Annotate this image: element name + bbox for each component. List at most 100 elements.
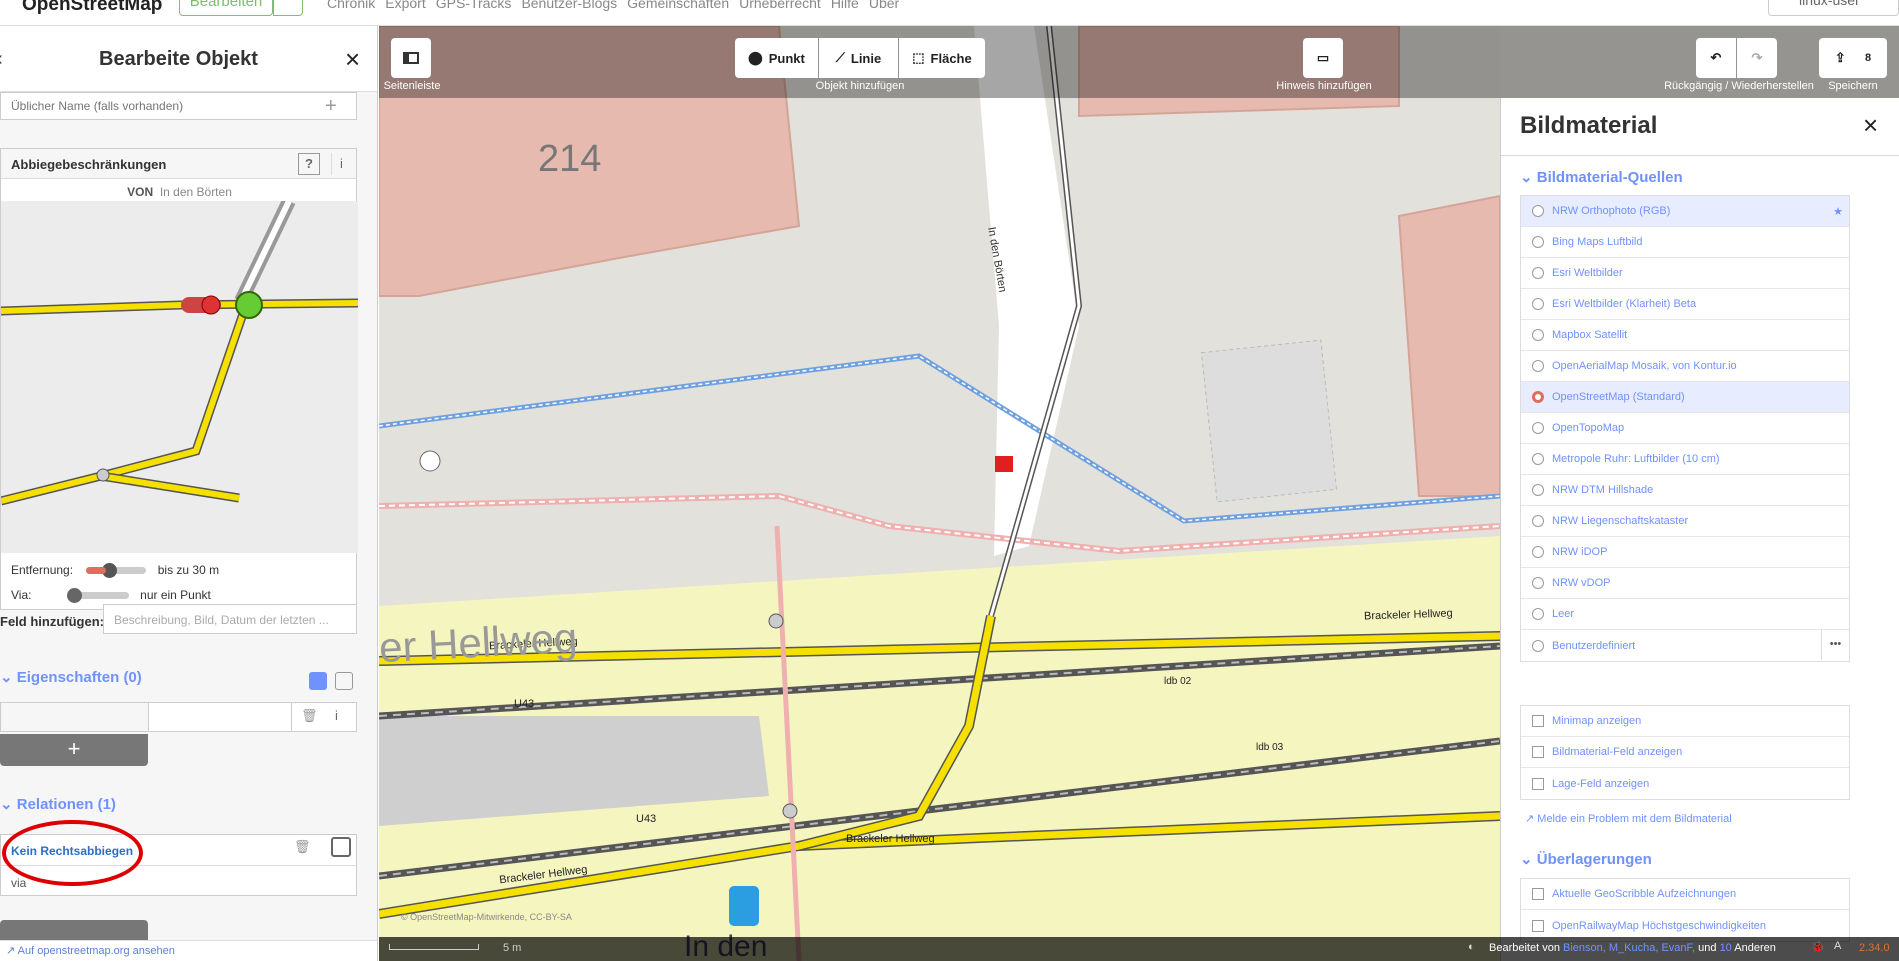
checkbox[interactable] [1532,715,1544,727]
tag-info-icon[interactable]: i [335,708,338,723]
help-icon[interactable]: ? [298,153,320,175]
text-view-icon[interactable] [335,672,353,690]
radio-button[interactable] [1532,329,1544,341]
editors-links[interactable]: Bienson, M_Kucha, EvanF, [1563,942,1695,954]
edit-button[interactable]: Bearbeiten [179,0,273,16]
radio-button[interactable] [1532,360,1544,372]
turn-restrictions-map[interactable] [0,197,359,553]
radio-button[interactable] [1532,298,1544,310]
distance-slider[interactable] [86,563,147,579]
radio-button-selected[interactable] [1532,391,1544,403]
radio-button[interactable] [1532,484,1544,496]
imagery-source-mapbox[interactable]: Mapbox Satellit [1521,320,1849,351]
nav-about[interactable]: Über [869,0,899,11]
bug-report-icon[interactable]: 🐞 [1811,940,1825,953]
tags-section-toggle[interactable]: ⌄ Eigenschaften (0) [0,668,142,686]
radio-button[interactable] [1532,515,1544,527]
relation-role-input[interactable]: via [11,876,26,890]
imagery-source-nrw-vdop[interactable]: NRW vDOP [1521,568,1849,599]
undo-button[interactable]: ↶ [1696,38,1736,78]
tag-value-input[interactable] [149,703,292,731]
checkbox[interactable] [1532,888,1544,900]
and-label: und [1698,942,1717,954]
imagery-source-nrw-hillshade[interactable]: NRW DTM Hillshade [1521,475,1849,506]
option-location-field[interactable]: Lage-Feld anzeigen [1521,768,1849,799]
more-options-icon[interactable]: ••• [1821,630,1849,660]
nav-gps-traces[interactable]: GPS-Tracks [436,0,512,11]
imagery-source-esri-clarity[interactable]: Esri Weltbilder (Klarheit) Beta [1521,289,1849,320]
redo-button[interactable]: ↷ [1737,38,1777,78]
imagery-source-custom[interactable]: Benutzerdefiniert ••• [1521,630,1849,661]
add-line-label: Linie [850,50,882,66]
nav-communities[interactable]: Gemeinschaften [627,0,729,11]
scale-bar[interactable] [389,944,479,950]
add-point-button[interactable]: ⬤ Punkt [735,38,818,78]
checkbox[interactable] [1532,919,1544,932]
nav-user-diaries[interactable]: Benutzer-Blogs [521,0,617,11]
edit-dropdown-button[interactable] [273,0,303,16]
line-icon: ⟋ [835,50,845,65]
imagery-source-nrw-orthophoto[interactable]: NRW Orthophoto (RGB) ★ [1521,196,1849,227]
radio-button[interactable] [1532,267,1544,279]
imagery-source-opentopomap[interactable]: OpenTopoMap [1521,413,1849,444]
radio-button[interactable] [1532,236,1544,248]
radio-button[interactable] [1532,422,1544,434]
name-field[interactable]: + [0,92,357,120]
checkbox[interactable] [1532,746,1544,758]
overlays-toggle[interactable]: ⌄ Überlagerungen [1520,850,1652,868]
info-icon[interactable]: i [331,153,351,175]
add-tag-button[interactable]: + [0,734,148,766]
add-note-button[interactable]: ▭ [1303,38,1343,78]
radio-button[interactable] [1532,205,1544,217]
imagery-source-openaerialmap[interactable]: OpenAerialMap Mosaik, von Kontur.io [1521,351,1849,382]
imagery-source-esri[interactable]: Esri Weltbilder [1521,258,1849,289]
report-imagery-issue-link[interactable]: ↗ Melde ein Problem mit dem Bildmaterial [1525,812,1732,825]
option-minimap[interactable]: Minimap anzeigen [1521,706,1849,737]
radio-button[interactable] [1532,546,1544,558]
radio-button[interactable] [1532,577,1544,589]
checkbox[interactable] [1532,777,1544,790]
via-slider-knob[interactable] [66,588,82,604]
radio-button[interactable] [1532,453,1544,465]
option-imagery-field[interactable]: Bildmaterial-Feld anzeigen [1521,737,1849,768]
tag-key-input[interactable] [1,703,149,731]
sidebar-toggle-button[interactable] [391,38,431,78]
add-line-button[interactable]: ⟋ Linie [819,38,898,78]
osm-logo[interactable]: OpenStreetMap [22,0,162,16]
nav-export[interactable]: Export [385,0,425,11]
others-count[interactable]: 10 [1720,942,1732,954]
imagery-source-osm-standard[interactable]: OpenStreetMap (Standard) [1521,382,1849,413]
via-slider[interactable] [66,588,129,604]
close-icon[interactable]: × [345,44,360,75]
overlay-geoscribble[interactable]: Aktuelle GeoScribble Aufzeichnungen [1521,879,1849,910]
nav-help[interactable]: Hilfe [831,0,859,11]
imagery-source-metropole-ruhr[interactable]: Metropole Ruhr: Luftbilder (10 cm) [1521,444,1849,475]
save-button[interactable]: ⇪ 8 [1819,38,1887,78]
imagery-source-nrw-idop[interactable]: NRW iDOP [1521,537,1849,568]
imagery-source-bing[interactable]: Bing Maps Luftbild [1521,227,1849,258]
name-input[interactable] [1,93,321,119]
user-menu[interactable]: linux-user [1768,0,1899,16]
add-area-button[interactable]: ⬚ Fläche [899,38,985,78]
list-view-icon[interactable] [309,672,327,690]
add-field-input[interactable]: Beschreibung, Bild, Datum der letzten ..… [103,604,357,634]
version-label[interactable]: 2.34.0 [1859,942,1890,954]
relations-section-toggle[interactable]: ⌄ Relationen (1) [0,795,116,813]
add-localized-name-button[interactable]: + [325,95,337,118]
trash-icon[interactable]: 🗑 [301,708,318,724]
map-area[interactable]: 214 In den Börten Brackeler Hellweg Brac… [379,26,1899,961]
nav-copyright[interactable]: Urheberrecht [739,0,821,11]
keyboard-shortcuts-icon[interactable]: A [1834,940,1841,952]
radio-button[interactable] [1532,608,1544,620]
background-panel-close-icon[interactable]: × [1863,110,1878,141]
imagery-source-none[interactable]: Leer [1521,599,1849,630]
imagery-sources-toggle[interactable]: ⌄ Bildmaterial-Quellen [1520,168,1683,186]
imagery-source-nrw-kataster[interactable]: NRW Liegenschaftskataster [1521,506,1849,537]
add-relation-button[interactable] [0,920,148,940]
relation-trash-icon[interactable]: 🗑 [294,839,311,855]
radio-button[interactable] [1532,639,1544,652]
nav-history[interactable]: Chronik [327,0,375,11]
view-on-osm-link[interactable]: ↗ Auf openstreetmap.org ansehen [0,940,377,961]
favorite-star-icon[interactable]: ★ [1833,205,1843,218]
zoom-to-relation-icon[interactable] [331,837,351,857]
